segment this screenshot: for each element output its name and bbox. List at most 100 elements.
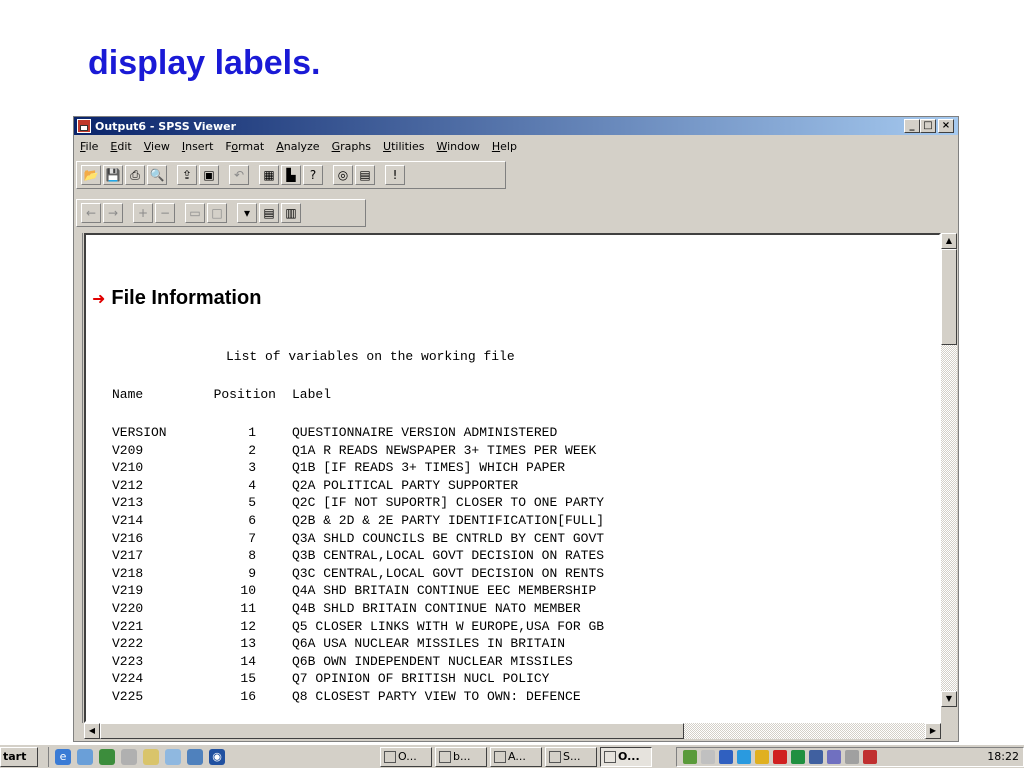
menu-utilities[interactable]: Utilities (377, 140, 430, 153)
use-sets-icon[interactable]: ◎ (333, 165, 353, 185)
hide-icon[interactable]: □ (207, 203, 227, 223)
show-icon[interactable]: ▭ (185, 203, 205, 223)
menu-edit[interactable]: Edit (104, 140, 137, 153)
save-icon[interactable]: 💾 (103, 165, 123, 185)
outline-pane[interactable] (76, 233, 83, 723)
table-row: V223 14 Q6B OWN INDEPENDENT NUCLEAR MISSIL… (86, 654, 939, 670)
insert-heading-icon[interactable]: ▾ (237, 203, 257, 223)
taskbar-button-label: O... (398, 750, 417, 763)
menu-format[interactable]: Format (219, 140, 270, 153)
start-button[interactable]: tart (0, 747, 38, 767)
menu-insert[interactable]: Insert (176, 140, 220, 153)
goto-chart-icon[interactable]: ▙ (281, 165, 301, 185)
variable-label: Q4B SHLD BRITAIN CONTINUE NATO MEMBER (292, 601, 581, 616)
taskbar-button[interactable]: A... (490, 747, 542, 767)
variable-name: V216 (112, 530, 144, 546)
variable-position: 15 (240, 671, 256, 687)
scroll-left-button[interactable]: ◀ (84, 723, 100, 739)
printer-tray-icon[interactable] (809, 750, 823, 764)
goto-data-icon[interactable]: ▦ (259, 165, 279, 185)
menu-view[interactable]: View (138, 140, 176, 153)
system-tray: 18:22 (676, 747, 1024, 767)
sync-icon[interactable] (827, 750, 841, 764)
quick-launch: e ◉ (48, 747, 231, 767)
tool-tray-icon[interactable] (845, 750, 859, 764)
variable-name: V224 (112, 671, 144, 687)
undo-icon[interactable]: ↶ (229, 165, 249, 185)
menu-file[interactable]: File (74, 140, 104, 153)
horizontal-scroll-thumb[interactable] (100, 723, 684, 739)
vertical-scroll-thumb[interactable] (941, 249, 957, 345)
column-header-name: Name (112, 387, 144, 402)
menu-help[interactable]: Help (486, 140, 523, 153)
network-icon[interactable] (165, 749, 181, 765)
messenger-icon[interactable] (755, 750, 769, 764)
table-row: V216 7 Q3A SHLD COUNCILS BE CNTRLD BY CENT… (86, 531, 939, 547)
column-header-position: Position (213, 387, 276, 402)
demote-icon[interactable]: → (103, 203, 123, 223)
computer-icon[interactable] (187, 749, 203, 765)
variable-name: V220 (112, 601, 144, 616)
window-titlebar[interactable]: Output6 - SPSS Viewer _ □ × (74, 117, 958, 135)
scroll-up-button[interactable]: ▲ (941, 233, 957, 249)
taskbar-button[interactable]: O... (600, 747, 652, 767)
close-button[interactable]: × (938, 119, 954, 133)
spss-icon (549, 751, 561, 763)
scroll-down-button[interactable]: ▼ (941, 691, 957, 707)
vertical-scrollbar[interactable]: ▲ ▼ (941, 233, 957, 707)
variable-name: V221 (112, 618, 144, 634)
taskbar-button[interactable]: O... (380, 747, 432, 767)
display-icon[interactable] (719, 750, 733, 764)
outlook-icon[interactable] (99, 749, 115, 765)
run-icon[interactable]: ! (385, 165, 405, 185)
print-icon[interactable]: ⎙ (125, 165, 145, 185)
variable-position: 9 (248, 565, 256, 581)
network-tray-icon[interactable] (683, 750, 697, 764)
spss-tray-icon[interactable] (863, 750, 877, 764)
taskbar-button[interactable]: b... (435, 747, 487, 767)
variable-name: V222 (112, 636, 144, 652)
media-icon[interactable]: ◉ (209, 749, 225, 765)
scroll-right-button[interactable]: ▶ (925, 723, 941, 739)
minimize-button[interactable]: _ (904, 119, 920, 133)
promote-icon[interactable]: ← (81, 203, 101, 223)
section-heading[interactable]: ➜ File Information (92, 287, 261, 310)
taskbar-button[interactable]: S... (545, 747, 597, 767)
table-row: V221 12 Q5 CLOSER LINKS WITH W EUROPE,USA … (86, 619, 939, 635)
slide-title: display labels. (88, 44, 321, 82)
maximize-button[interactable]: □ (920, 119, 936, 133)
menu-window[interactable]: Window (430, 140, 485, 153)
window-title: Output6 - SPSS Viewer (95, 119, 237, 133)
menu-analyze[interactable]: Analyze (270, 140, 325, 153)
infinity-icon[interactable] (773, 750, 787, 764)
table-row: V209 2 Q1A R READS NEWSPAPER 3+ TIMES PER … (86, 443, 939, 459)
variable-name: V212 (112, 477, 144, 493)
dialog-recall-icon[interactable]: ▣ (199, 165, 219, 185)
variables-icon[interactable]: ? (303, 165, 323, 185)
ie-quicklaunch-icon[interactable]: e (55, 749, 71, 765)
designate-window-icon[interactable]: ▤ (355, 165, 375, 185)
variable-name: V217 (112, 548, 144, 564)
export-icon[interactable]: ⇪ (177, 165, 197, 185)
spss-app-icon[interactable] (77, 119, 91, 133)
collapse-icon[interactable]: − (155, 203, 175, 223)
clock: 18:22 (987, 750, 1019, 763)
column-header-label: Label (292, 387, 332, 402)
print-preview-icon[interactable]: 🔍 (147, 165, 167, 185)
insert-title-icon[interactable]: ▤ (259, 203, 279, 223)
expand-icon[interactable]: + (133, 203, 153, 223)
open-icon[interactable]: 📂 (81, 165, 101, 185)
variable-position: 12 (240, 618, 256, 634)
notepad-icon[interactable] (143, 749, 159, 765)
menu-graphs[interactable]: Graphs (326, 140, 377, 153)
table-row: V224 15 Q7 OPINION OF BRITISH NUCL POLICY (86, 671, 939, 687)
insert-text-icon[interactable]: ▥ (281, 203, 301, 223)
volume-icon[interactable] (701, 750, 715, 764)
save-tray-icon[interactable] (791, 750, 805, 764)
horizontal-scrollbar[interactable]: ◀ ▶ (84, 723, 941, 739)
output-content-pane[interactable]: ➜ File Information List of variables on … (84, 233, 941, 723)
security-icon[interactable] (737, 750, 751, 764)
explorer-icon[interactable] (121, 749, 137, 765)
variable-label: Q6A USA NUCLEAR MISSILES IN BRITAIN (292, 636, 566, 652)
desktop-icon[interactable] (77, 749, 93, 765)
